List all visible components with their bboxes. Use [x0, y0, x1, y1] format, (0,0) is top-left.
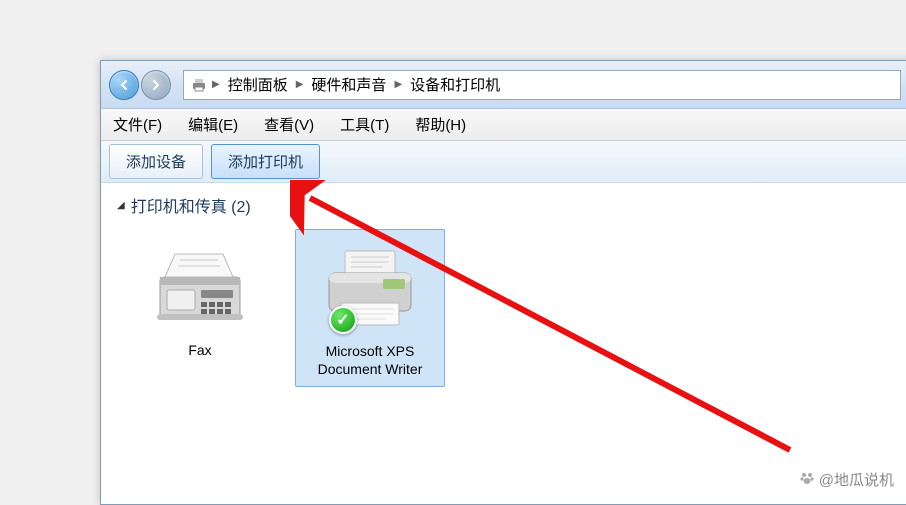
breadcrumb: ▶ 控制面板 ▶ 硬件和声音 ▶ 设备和打印机: [212, 72, 504, 97]
toolbar: 添加设备 添加打印机: [101, 141, 906, 183]
navigation-bar: ▶ 控制面板 ▶ 硬件和声音 ▶ 设备和打印机: [101, 61, 906, 109]
breadcrumb-hardware-sound[interactable]: 硬件和声音: [307, 72, 390, 97]
printer-icon: ✓: [315, 238, 425, 338]
back-button[interactable]: [109, 70, 139, 100]
chevron-right-icon: ▶: [212, 79, 220, 90]
watermark-text: @地瓜说机: [819, 469, 894, 490]
explorer-window: ▶ 控制面板 ▶ 硬件和声音 ▶ 设备和打印机 文件(F) 编辑(E) 查看(V…: [100, 60, 906, 505]
default-check-icon: ✓: [329, 306, 357, 334]
menu-file[interactable]: 文件(F): [109, 112, 166, 137]
chevron-right-icon: ▶: [296, 79, 304, 90]
fax-icon: [145, 237, 255, 337]
menu-tools[interactable]: 工具(T): [336, 112, 393, 137]
devices-grid: Fax: [117, 229, 893, 387]
breadcrumb-devices-printers[interactable]: 设备和打印机: [406, 72, 504, 97]
collapse-triangle-icon: ◢: [117, 200, 125, 211]
address-bar[interactable]: ▶ 控制面板 ▶ 硬件和声音 ▶ 设备和打印机: [183, 70, 901, 100]
menu-view[interactable]: 查看(V): [260, 112, 318, 137]
nav-buttons: [109, 70, 171, 100]
group-printers-fax[interactable]: ◢ 打印机和传真 (2): [117, 193, 893, 217]
chevron-right-icon: ▶: [394, 79, 402, 90]
device-xps-writer[interactable]: ✓ Microsoft XPS Document Writer: [295, 229, 445, 387]
content-area: ◢ 打印机和传真 (2): [101, 183, 906, 397]
device-label: Fax: [188, 341, 211, 359]
add-device-button[interactable]: 添加设备: [109, 144, 203, 179]
group-title: 打印机和传真 (2): [131, 193, 251, 217]
breadcrumb-control-panel[interactable]: 控制面板: [224, 72, 292, 97]
paw-icon: [799, 470, 815, 490]
add-printer-button[interactable]: 添加打印机: [211, 144, 320, 179]
menu-edit[interactable]: 编辑(E): [184, 112, 242, 137]
printer-icon: [190, 76, 208, 94]
arrow-right-icon: [149, 78, 163, 92]
watermark: @地瓜说机: [799, 469, 894, 490]
forward-button[interactable]: [141, 70, 171, 100]
menu-help[interactable]: 帮助(H): [411, 112, 470, 137]
arrow-left-icon: [117, 78, 131, 92]
menu-bar: 文件(F) 编辑(E) 查看(V) 工具(T) 帮助(H): [101, 109, 906, 141]
device-label: Microsoft XPS Document Writer: [304, 342, 436, 378]
device-fax[interactable]: Fax: [125, 229, 275, 387]
